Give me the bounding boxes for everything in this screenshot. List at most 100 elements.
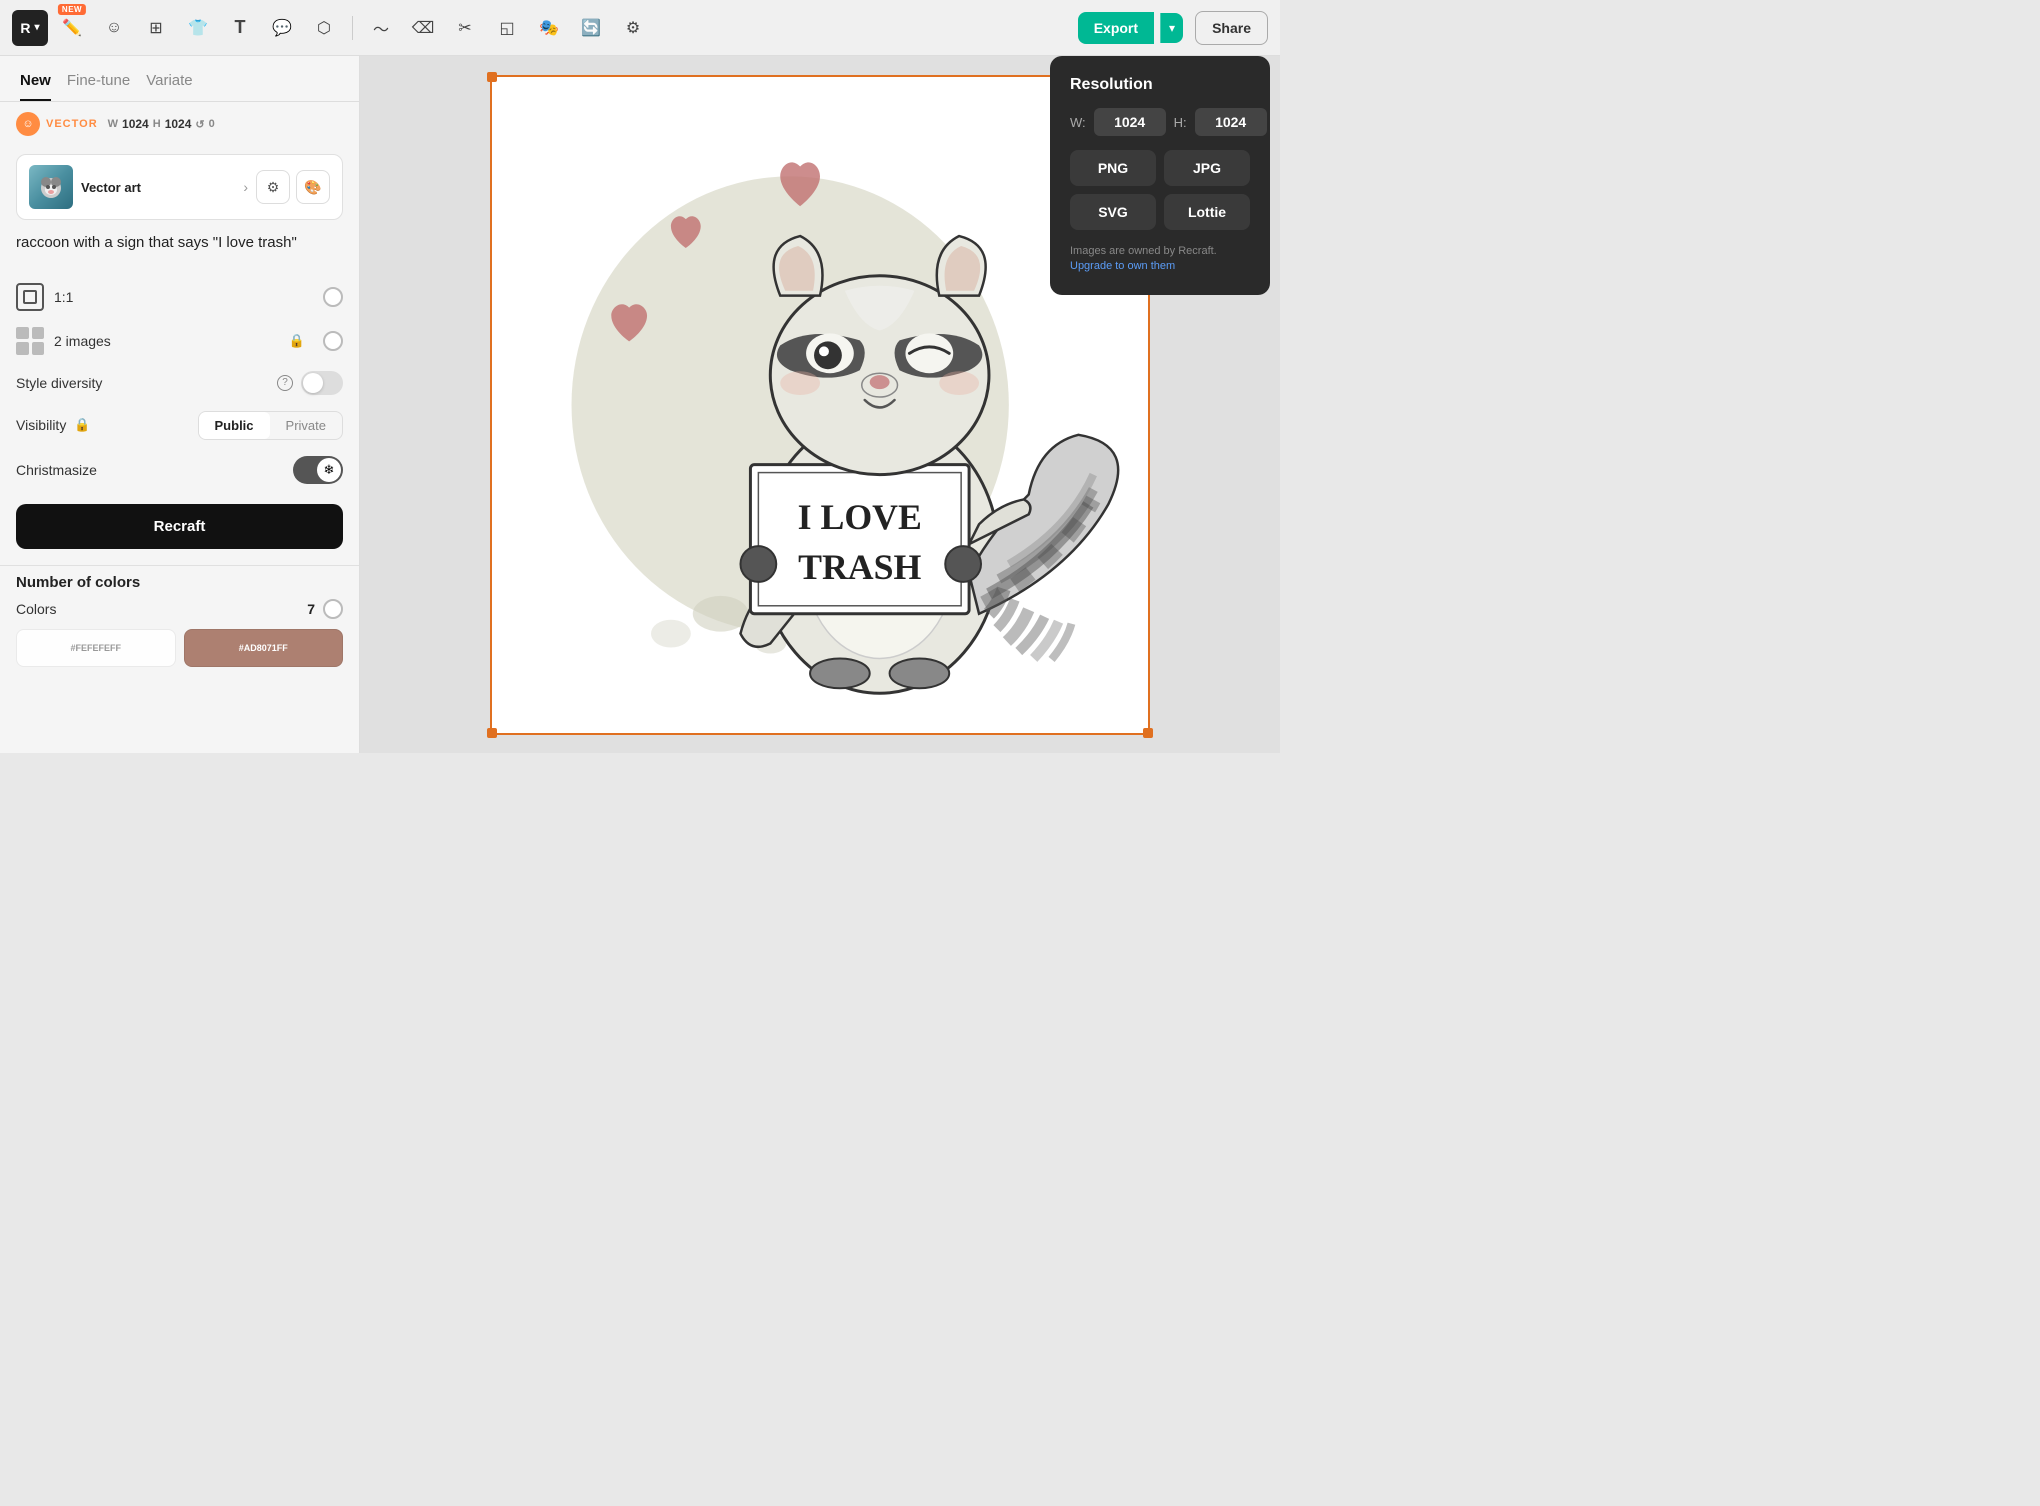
draw-tool-btn[interactable]: ✏️ (54, 10, 90, 46)
swatch-label-1: #AD8071FF (239, 643, 288, 653)
draw-tool-wrapper: ✏️ NEW (54, 10, 90, 46)
svg-text:TRASH: TRASH (798, 546, 921, 586)
toolbar: R ▾ ✏️ NEW ☺ ⊞ 👕 T 💬 ⬡ 〜 ⌫ ✂ ◱ 🎭 🔄 ⚙ Exp… (0, 0, 1280, 56)
style-name: Vector art (81, 180, 235, 195)
style-card[interactable]: Vector art › ⚙ 🎨 (16, 154, 343, 220)
logo-dropdown-arrow: ▾ (35, 22, 40, 33)
chat-tool-btn[interactable]: 💬 (264, 10, 300, 46)
style-arrow-icon: › (243, 179, 248, 195)
format-png-btn[interactable]: PNG (1070, 150, 1156, 186)
aspect-ratio-row: 1:1 (0, 275, 359, 319)
tab-finetune[interactable]: Fine-tune (67, 72, 130, 101)
new-badge: NEW (58, 4, 86, 15)
export-dropdown-button[interactable]: ▾ (1160, 13, 1183, 43)
resolution-popup: Resolution W: H: PNG JPG SVG Lottie Imag… (1050, 56, 1270, 295)
visibility-row: Visibility 🔒 Public Private (0, 403, 359, 448)
vector-dims: W 1024 H 1024 ↺ 0 (108, 117, 215, 131)
img-dot-4 (32, 342, 45, 355)
aspect-svg (23, 290, 37, 304)
res-height-input[interactable] (1195, 108, 1267, 136)
resolution-title: Resolution (1070, 76, 1250, 94)
handle-tl[interactable] (487, 72, 497, 82)
section-gap-1 (0, 263, 359, 275)
res-width-label: W: (1070, 115, 1086, 130)
visibility-private-btn[interactable]: Private (270, 412, 342, 439)
img-dot-3 (16, 342, 29, 355)
vector-header: ☺ VECTOR W 1024 H 1024 ↺ 0 (0, 102, 359, 146)
width-value: 1024 (122, 117, 149, 131)
tab-variate[interactable]: Variate (146, 72, 192, 101)
share-button[interactable]: Share (1195, 11, 1268, 45)
images-radio[interactable] (323, 331, 343, 351)
help-icon: ? (277, 375, 293, 391)
colors-header: Number of colors (16, 574, 343, 591)
format-svg-btn[interactable]: SVG (1070, 194, 1156, 230)
christmasize-toggle[interactable]: ❄ (293, 456, 343, 484)
logo-letter: R (20, 20, 30, 36)
width-label: W (108, 118, 118, 130)
visibility-public-btn[interactable]: Public (199, 412, 270, 439)
christmasize-knob: ❄ (317, 458, 341, 482)
images-count-label: 2 images (54, 333, 279, 349)
extra-tool-btn[interactable]: ⚙ (615, 10, 651, 46)
scissors-tool-btn[interactable]: ✂ (447, 10, 483, 46)
style-palette-btn[interactable]: 🎨 (296, 170, 330, 204)
color-swatches: #FEFEFEFF #AD8071FF (16, 629, 343, 667)
shape-tool-btn[interactable]: ⬡ (306, 10, 342, 46)
style-settings-btn[interactable]: ⚙ (256, 170, 290, 204)
logo-button[interactable]: R ▾ (12, 10, 48, 46)
colors-count-row: Colors 7 (16, 599, 343, 619)
rotation-value: 0 (209, 118, 215, 130)
colors-radio[interactable] (323, 599, 343, 619)
transform-tool-btn[interactable]: 🔄 (573, 10, 609, 46)
diversity-toggle[interactable] (301, 371, 343, 395)
christmasize-label: Christmasize (16, 462, 293, 478)
style-thumb-svg (36, 172, 66, 202)
tabs: New Fine-tune Variate (0, 56, 359, 102)
aspect-radio[interactable] (323, 287, 343, 307)
prompt-text: raccoon with a sign that says "I love tr… (0, 228, 359, 263)
grid-tool-btn[interactable]: ⊞ (138, 10, 174, 46)
visibility-toggle: Public Private (198, 411, 343, 440)
images-lock-icon: 🔒 (289, 333, 305, 349)
format-jpg-btn[interactable]: JPG (1164, 150, 1250, 186)
img-dot-1 (16, 327, 29, 340)
img-dot-2 (32, 327, 45, 340)
vector-icon: ☺ (16, 112, 40, 136)
color-swatch-1[interactable]: #AD8071FF (184, 629, 344, 667)
swatch-label-0: #FEFEFEFF (70, 643, 121, 653)
export-button[interactable]: Export (1078, 12, 1154, 44)
handle-br[interactable] (1143, 728, 1153, 738)
tab-new[interactable]: New (20, 72, 51, 101)
handle-bl[interactable] (487, 728, 497, 738)
text-tool-btn[interactable]: T (222, 10, 258, 46)
eraser-tool-btn[interactable]: ⌫ (405, 10, 441, 46)
colors-count-label: Colors (16, 601, 307, 617)
format-lottie-btn[interactable]: Lottie (1164, 194, 1250, 230)
height-value: 1024 (165, 117, 192, 131)
res-note-text: Images are owned by Recraft. (1070, 245, 1217, 257)
svg-text:I LOVE: I LOVE (798, 497, 922, 537)
visibility-lock-icon: 🔒 (74, 417, 90, 433)
upgrade-link[interactable]: Upgrade to own them (1070, 260, 1175, 272)
res-width-input[interactable] (1094, 108, 1166, 136)
diversity-label: Style diversity (16, 375, 277, 391)
shirt-tool-btn[interactable]: 👕 (180, 10, 216, 46)
christmasize-row: Christmasize ❄ (0, 448, 359, 492)
colors-section: Number of colors Colors 7 #FEFEFEFF #AD8… (0, 565, 359, 675)
style-tool-btn[interactable]: 🎭 (531, 10, 567, 46)
face-tool-btn[interactable]: ☺ (96, 10, 132, 46)
diversity-toggle-knob (303, 373, 323, 393)
vector-label: VECTOR (46, 118, 98, 130)
style-buttons: ⚙ 🎨 (256, 170, 330, 204)
aspect-icon (16, 283, 44, 311)
curve-tool-btn[interactable]: 〜 (363, 10, 399, 46)
color-swatch-0[interactable]: #FEFEFEFF (16, 629, 176, 667)
style-thumbnail (29, 165, 73, 209)
recraft-button[interactable]: Recraft (16, 504, 343, 549)
resolution-dims-row: W: H: (1070, 108, 1250, 136)
style-diversity-row: Style diversity ? (0, 363, 359, 403)
rotation-icon: ↺ (195, 118, 204, 131)
layers-tool-btn[interactable]: ◱ (489, 10, 525, 46)
visibility-label: Visibility (16, 417, 66, 433)
